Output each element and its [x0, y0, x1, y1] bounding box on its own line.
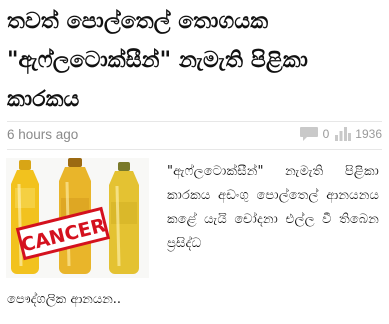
oil-bottle-image: [109, 162, 139, 274]
divider: [7, 149, 382, 150]
comments-count: 0: [322, 127, 330, 141]
bar-chart-icon: [335, 127, 352, 141]
article-headline[interactable]: තවත් පොල්තෙල් තොගයක "ඇෆ්ලටොක්සීන්" නැමැත…: [7, 2, 381, 119]
article-excerpt: "ඇෆ්ලටොක්සීන්" නැමැති පිළිකා කාරකය අඩංගු…: [167, 164, 379, 251]
views-count: 1936: [355, 127, 382, 141]
article-thumbnail[interactable]: CANCER: [6, 158, 149, 278]
comments-stat[interactable]: 0: [299, 126, 330, 142]
comment-icon: [299, 126, 319, 142]
views-stat: 1936: [335, 127, 382, 141]
article-excerpt-continued: පෞද්ගලික ආනයන..: [7, 292, 122, 307]
divider: [7, 121, 382, 122]
article-stats: 0 1936: [299, 126, 382, 142]
news-article-card: තවත් පොල්තෙල් තොගයක "ඇෆ්ලටොක්සීන්" නැමැත…: [0, 0, 389, 324]
article-timestamp: 6 hours ago: [7, 127, 79, 142]
